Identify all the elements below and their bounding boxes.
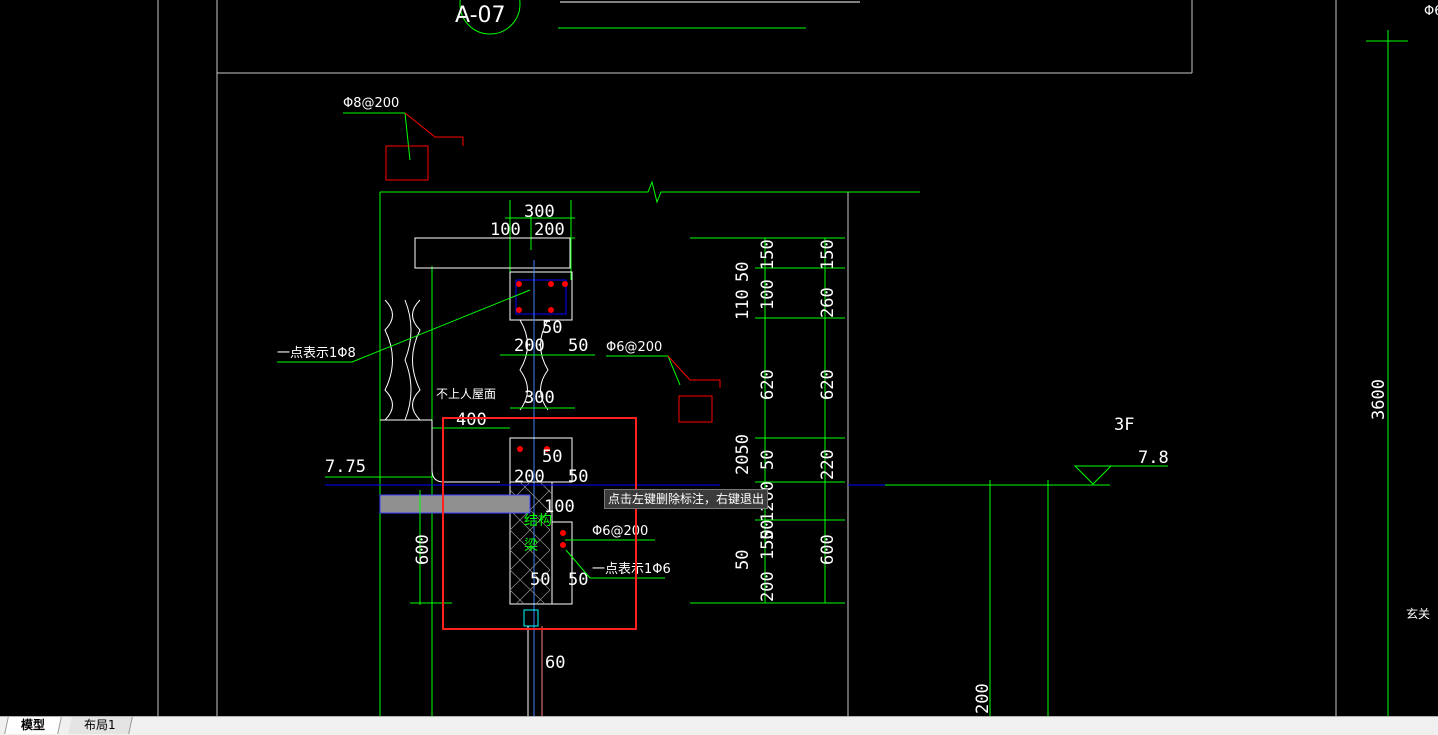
dim-v2050: 2050 xyxy=(733,434,753,475)
dim-300b: 300 xyxy=(524,388,555,408)
cad-drawing[interactable]: A-07 Φ8@200 300 100 200 一点表示1Φ8 50 200 5… xyxy=(0,0,1438,716)
dim-v100: 100 xyxy=(758,279,778,310)
dim-v200: 200 xyxy=(758,571,778,602)
dim-200b: 200 xyxy=(514,336,545,356)
dim-60: 60 xyxy=(545,653,565,673)
dim-v50b: 50 xyxy=(758,450,778,470)
dot-phi8-label: 一点表示1Φ8 xyxy=(277,346,356,361)
title-bubble-label: A-07 xyxy=(455,3,506,28)
dim-v3600: 3600 xyxy=(1369,379,1389,420)
dim-v260: 260 xyxy=(818,287,838,318)
rebar-top-label: Φ8@200 xyxy=(343,96,399,111)
tab-model[interactable]: 模型 xyxy=(4,717,62,734)
dim-400: 400 xyxy=(456,410,487,430)
command-tooltip: 点击左键删除标注，右键退出 xyxy=(604,489,769,509)
dim-v50c: 50 xyxy=(733,550,753,570)
dim-600-left: 600 xyxy=(413,534,433,565)
dim-v50g: 50 xyxy=(758,520,778,540)
dim-200a: 200 xyxy=(534,220,565,240)
dim-50a: 50 xyxy=(542,318,562,338)
dim-50d: 50 xyxy=(568,467,588,487)
floor-label: 3F xyxy=(1114,415,1134,435)
dim-v50a: 50 xyxy=(733,262,753,282)
layout-tabbar: 模型 布局1 xyxy=(0,716,1438,735)
dim-v620b: 620 xyxy=(818,369,838,400)
beam-label-b: 梁 xyxy=(524,538,538,554)
corner-phi-label: Φ6 xyxy=(1424,4,1438,19)
rebar-low-label: Φ6@200 xyxy=(592,524,648,539)
dim-50b: 50 xyxy=(568,336,588,356)
dim-200c: 200 xyxy=(514,467,545,487)
roof-note: 不上人屋面 xyxy=(436,387,496,401)
dim-300a: 300 xyxy=(524,202,555,222)
dim-100b: 100 xyxy=(544,497,575,517)
dot-phi6-label: 一点表示1Φ6 xyxy=(592,562,671,577)
level-right: 7.8 xyxy=(1138,448,1169,468)
level-left: 7.75 xyxy=(325,457,366,477)
dim-v220: 220 xyxy=(818,449,838,480)
cad-model-space[interactable]: A-07 Φ8@200 300 100 200 一点表示1Φ8 50 200 5… xyxy=(0,0,1438,716)
dim-50c: 50 xyxy=(542,447,562,467)
room-label: 玄关 xyxy=(1406,606,1430,621)
dim-v150a: 150 xyxy=(758,239,778,270)
dim-v600: 600 xyxy=(818,534,838,565)
dim-v150c: 150 xyxy=(818,239,838,270)
dim-v110: 110 xyxy=(733,289,753,320)
dim-v200-bottom: 200 xyxy=(973,683,993,714)
tab-layout1[interactable]: 布局1 xyxy=(68,717,133,734)
dim-v620a: 620 xyxy=(758,369,778,400)
dim-100: 100 xyxy=(490,220,521,240)
dim-50e: 50 xyxy=(530,570,550,590)
rebar-mid-label: Φ6@200 xyxy=(606,340,662,355)
